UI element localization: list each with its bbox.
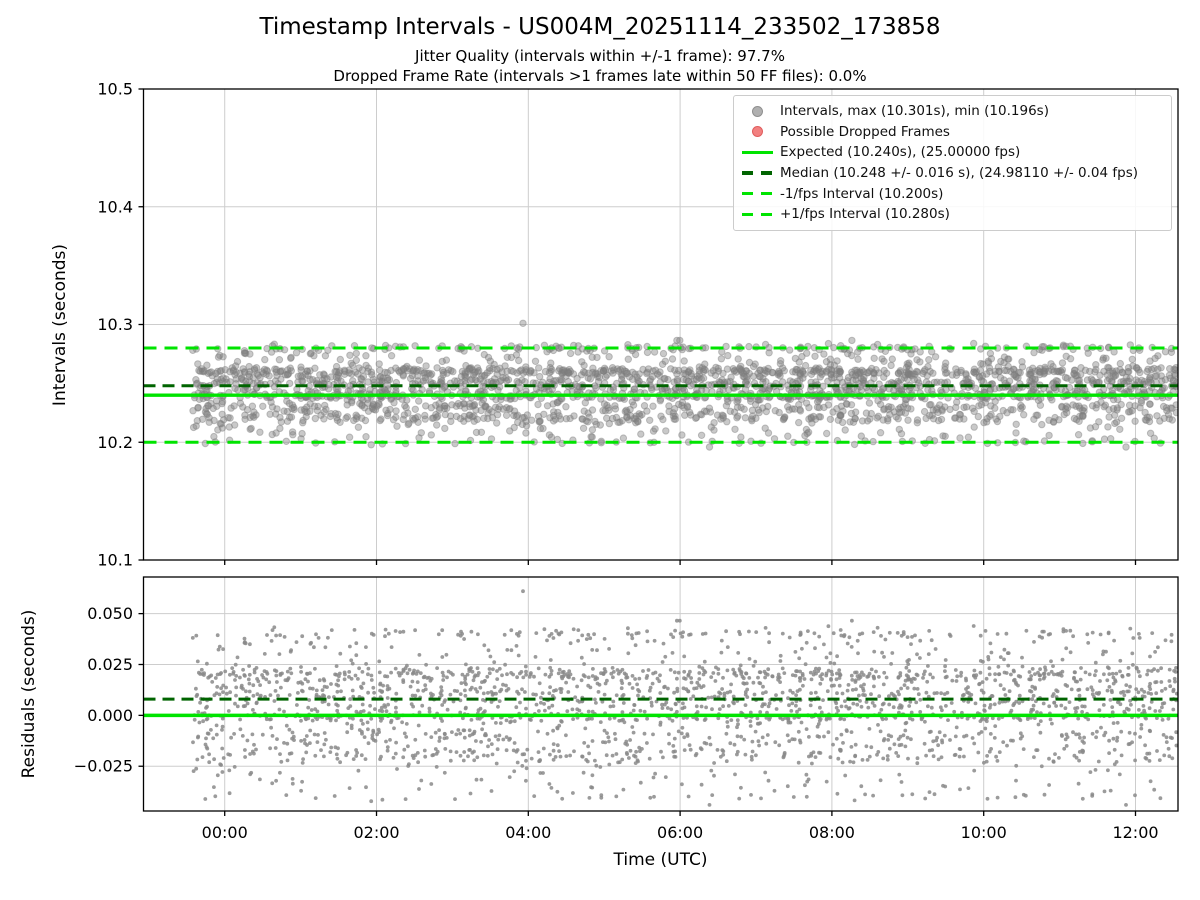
residuals-y-tick-labels: 0.050 0.025 0.000 −0.025 — [74, 604, 133, 776]
legend-item-label: -1/fps Interval (10.200s) — [780, 186, 943, 202]
svg-text:12:00: 12:00 — [1112, 823, 1158, 842]
median-line-icon — [742, 171, 773, 175]
svg-text:0.000: 0.000 — [87, 706, 133, 725]
svg-text:10:00: 10:00 — [961, 823, 1007, 842]
dropped-frame-rate-subtitle: Dropped Frame Rate (intervals >1 frames … — [0, 67, 1200, 85]
legend-item-minus-1fps: -1/fps Interval (10.200s) — [734, 183, 1171, 204]
legend-item-label: +1/fps Interval (10.280s) — [780, 206, 950, 222]
svg-text:10.2: 10.2 — [97, 433, 133, 452]
chart-title: Timestamp Intervals - US004M_20251114_23… — [0, 14, 1200, 40]
svg-text:00:00: 00:00 — [202, 823, 248, 842]
legend: Intervals, max (10.301s), min (10.196s) … — [733, 95, 1172, 231]
legend-item-plus-1fps: +1/fps Interval (10.280s) — [734, 204, 1171, 225]
x-axis-label: Time (UTC) — [143, 850, 1178, 870]
minus-1fps-line-icon — [742, 192, 773, 196]
intervals-dot-icon — [752, 106, 763, 117]
svg-text:04:00: 04:00 — [505, 823, 551, 842]
legend-item-label: Intervals, max (10.301s), min (10.196s) — [780, 103, 1049, 119]
legend-item-label: Median (10.248 +/- 0.016 s), (24.98110 +… — [780, 165, 1138, 181]
intervals-y-axis-label: Intervals (seconds) — [50, 175, 72, 475]
svg-text:−0.025: −0.025 — [74, 757, 133, 776]
legend-item-possible-dropped-frames: Possible Dropped Frames — [734, 122, 1171, 143]
svg-text:10.3: 10.3 — [97, 315, 133, 334]
plus-1fps-line-icon — [742, 213, 773, 217]
legend-item-expected: Expected (10.240s), (25.00000 fps) — [734, 142, 1171, 163]
svg-text:0.050: 0.050 — [87, 604, 133, 623]
legend-item-label: Expected (10.240s), (25.00000 fps) — [780, 144, 1020, 160]
svg-text:0.025: 0.025 — [87, 655, 133, 674]
svg-text:06:00: 06:00 — [657, 823, 703, 842]
legend-item-median: Median (10.248 +/- 0.016 s), (24.98110 +… — [734, 163, 1171, 184]
residuals-y-axis-label: Residuals (seconds) — [19, 544, 41, 844]
svg-text:08:00: 08:00 — [809, 823, 855, 842]
svg-text:02:00: 02:00 — [353, 823, 399, 842]
intervals-y-tick-labels: 10.510.410.310.210.1 — [97, 80, 133, 570]
legend-item-intervals: Intervals, max (10.301s), min (10.196s) — [734, 101, 1171, 122]
x-tick-labels: 00:00 02:00 04:00 06:00 08:00 10:00 12:00 — [202, 823, 1159, 842]
expected-line-icon — [742, 151, 773, 155]
svg-text:10.4: 10.4 — [97, 197, 133, 216]
legend-item-label: Possible Dropped Frames — [780, 124, 950, 140]
svg-text:10.1: 10.1 — [97, 551, 133, 570]
jitter-quality-subtitle: Jitter Quality (intervals within +/-1 fr… — [0, 47, 1200, 65]
dropped-frames-dot-icon — [752, 126, 763, 137]
